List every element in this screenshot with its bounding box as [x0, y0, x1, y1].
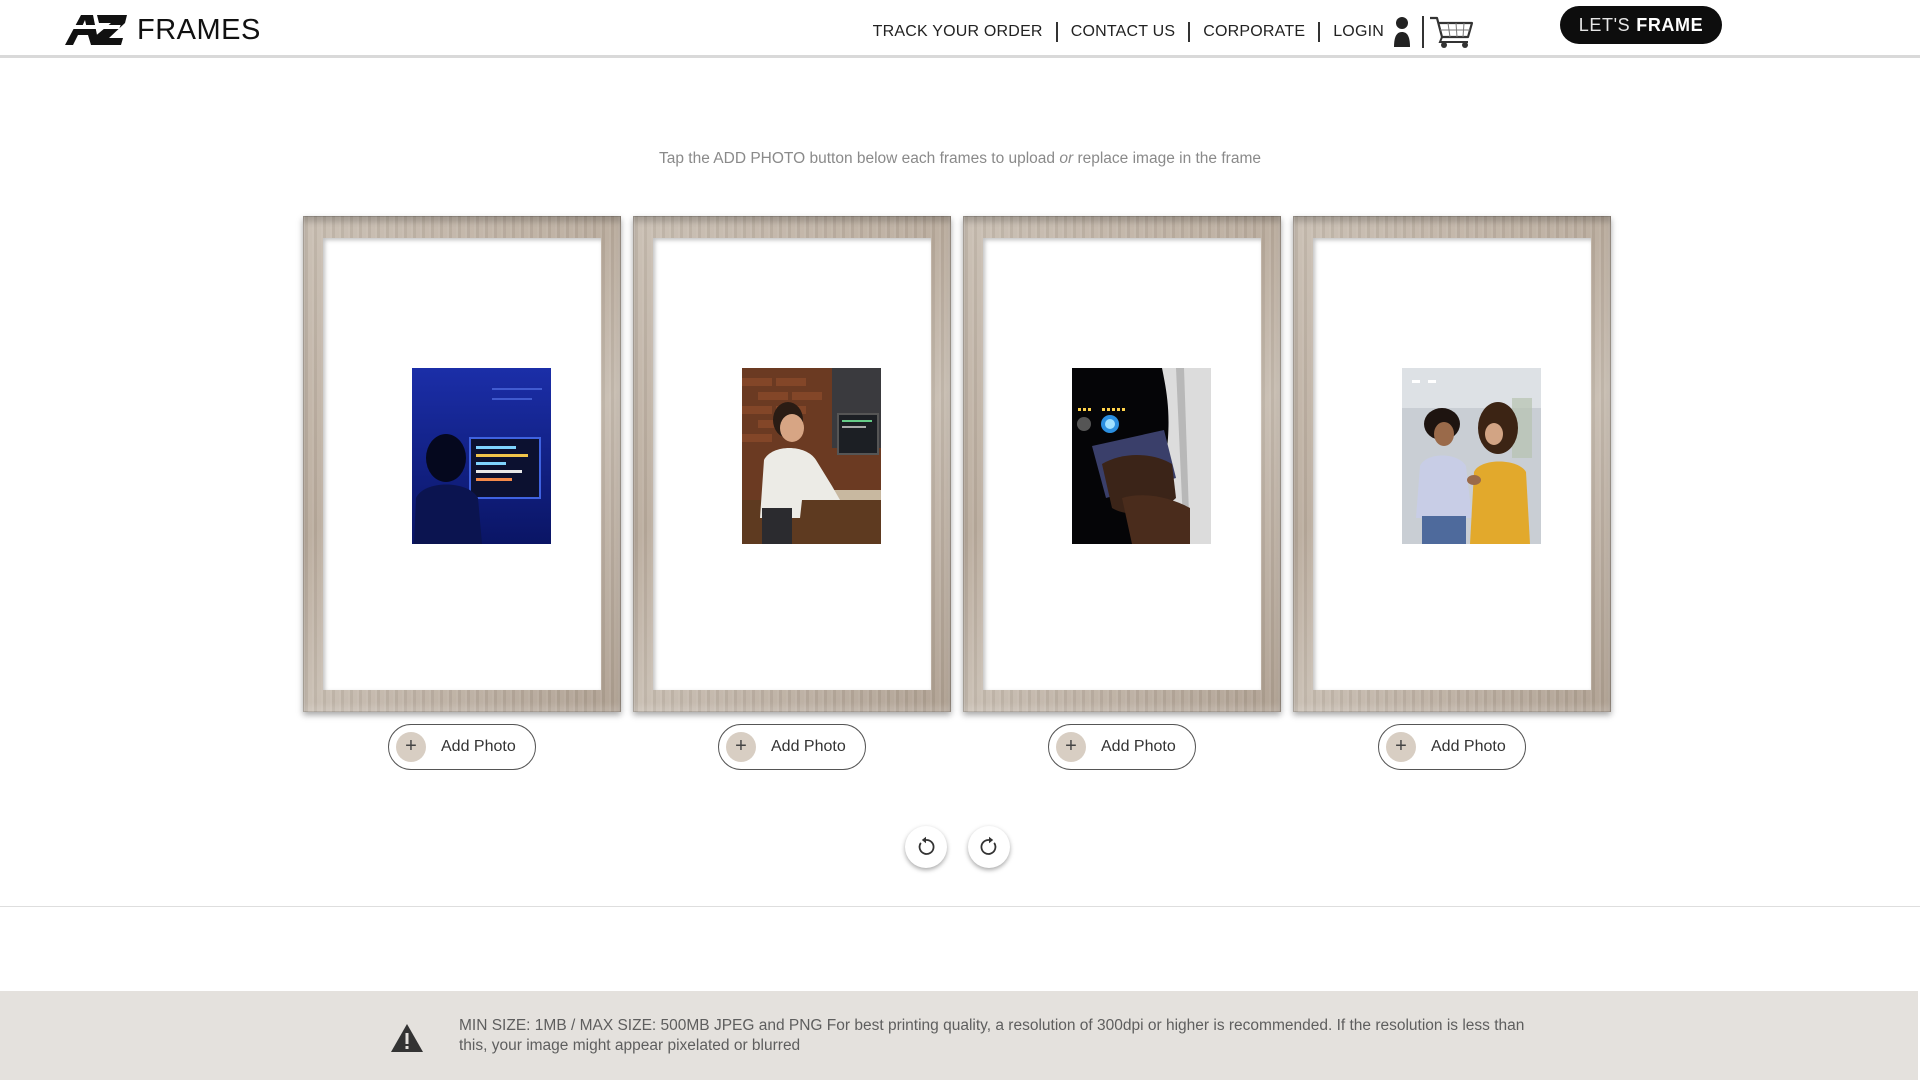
photo-developer-desk	[742, 368, 881, 544]
nav-divider	[1422, 16, 1424, 48]
instruction-text-end: replace image in the frame	[1073, 150, 1261, 167]
upload-requirements-text: MIN SIZE: 1MB / MAX SIZE: 500MB JPEG and…	[459, 1017, 1525, 1054]
nav-divider	[1188, 22, 1191, 42]
add-photo-label: Add Photo	[1101, 738, 1176, 755]
nav-divider	[1318, 22, 1321, 42]
rotate-left-icon	[918, 836, 935, 855]
add-photo-label: Add Photo	[1431, 738, 1506, 755]
photo-two-women	[1402, 368, 1541, 544]
lets-frame-button[interactable]: LET'S FRAME	[1560, 6, 1722, 44]
frame-mat	[323, 238, 601, 690]
frame-slot-1: + Add Photo	[303, 216, 621, 770]
frame-slot-2: + Add Photo	[633, 216, 951, 770]
rotate-right-button[interactable]	[968, 826, 1010, 868]
warning-icon	[391, 1024, 423, 1052]
brand-logo[interactable]: FRAMES	[63, 12, 261, 48]
add-photo-label: Add Photo	[441, 738, 516, 755]
plus-icon: +	[726, 732, 756, 762]
wood-frame[interactable]	[303, 216, 621, 712]
frame-mat	[983, 238, 1261, 690]
plus-icon: +	[1056, 732, 1086, 762]
add-photo-button-3[interactable]: + Add Photo	[1048, 724, 1196, 770]
cart-icon[interactable]	[1428, 15, 1474, 49]
nav-corporate[interactable]: CORPORATE	[1203, 23, 1305, 41]
wood-frame[interactable]	[633, 216, 951, 712]
plus-icon: +	[1386, 732, 1416, 762]
add-photo-button-4[interactable]: + Add Photo	[1378, 724, 1526, 770]
upload-instruction: Tap the ADD PHOTO button below each fram…	[0, 150, 1920, 168]
nav-track-order[interactable]: TRACK YOUR ORDER	[873, 23, 1043, 41]
nav-login[interactable]: LOGIN	[1333, 23, 1384, 41]
instruction-text-start: Tap the ADD PHOTO button below each fram…	[659, 150, 1060, 167]
frame-photo-3[interactable]	[1072, 368, 1211, 544]
add-photo-button-1[interactable]: + Add Photo	[388, 724, 536, 770]
cta-bold-text: FRAME	[1636, 14, 1704, 35]
wood-frame[interactable]	[963, 216, 1281, 712]
site-header: FRAMES TRACK YOUR ORDER CONTACT US CORPO…	[0, 0, 1920, 58]
cta-light-text: LET'S	[1578, 14, 1631, 35]
nav-contact-us[interactable]: CONTACT US	[1071, 23, 1176, 41]
upload-requirements-notice: MIN SIZE: 1MB / MAX SIZE: 500MB JPEG and…	[0, 991, 1918, 1080]
user-icon[interactable]	[1392, 16, 1412, 48]
photo-phone-rating	[1072, 368, 1211, 544]
rotate-right-icon	[980, 836, 997, 855]
nav-divider	[1055, 22, 1058, 42]
frame-photo-4[interactable]	[1402, 368, 1541, 544]
photo-coder-blue	[412, 368, 551, 544]
logo-mark-icon	[63, 15, 127, 45]
rotate-left-button[interactable]	[905, 826, 947, 868]
plus-icon: +	[396, 732, 426, 762]
frame-mat	[653, 238, 931, 690]
wood-frame[interactable]	[1293, 216, 1611, 712]
frame-gallery: + Add Photo + Add Photo + Add Photo + Ad…	[303, 216, 1613, 776]
instruction-emphasis: or	[1059, 150, 1074, 167]
frame-photo-2[interactable]	[742, 368, 881, 544]
add-photo-label: Add Photo	[771, 738, 846, 755]
main-nav: TRACK YOUR ORDER CONTACT US CORPORATE LO…	[873, 15, 1474, 49]
frame-photo-1[interactable]	[412, 368, 551, 544]
frame-slot-4: + Add Photo	[1293, 216, 1611, 770]
section-divider	[0, 906, 1920, 907]
add-photo-button-2[interactable]: + Add Photo	[718, 724, 866, 770]
frame-mat	[1313, 238, 1591, 690]
frame-slot-3: + Add Photo	[963, 216, 1281, 770]
logo-text: FRAMES	[137, 13, 261, 46]
